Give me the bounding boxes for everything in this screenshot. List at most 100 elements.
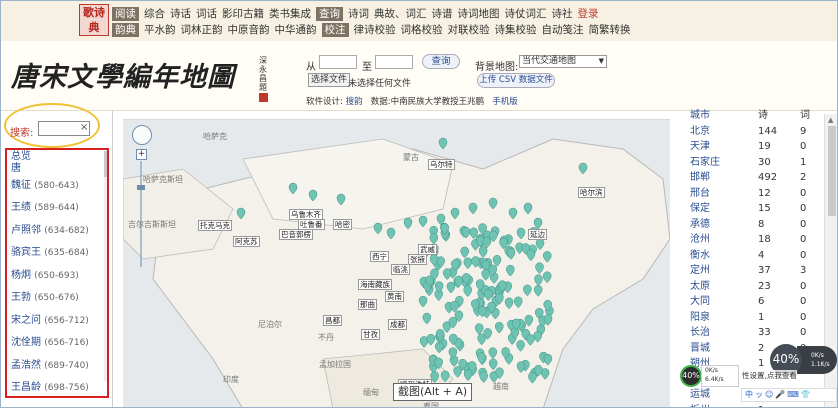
nav-link[interactable]: 诗集校验 bbox=[495, 23, 537, 37]
nav-link[interactable]: 词话 bbox=[196, 7, 217, 21]
map-city-label[interactable]: 西宁 bbox=[370, 251, 389, 262]
nav-link[interactable]: 中原音韵 bbox=[228, 23, 270, 37]
map-city-label[interactable]: 托克马克 bbox=[198, 220, 232, 231]
nav-link[interactable]: 诗社 bbox=[552, 7, 573, 21]
map-city-label[interactable]: 哈尔滨 bbox=[578, 187, 605, 198]
network-speed-widget: 0K/s 6.4K/s bbox=[701, 365, 739, 387]
table-cell-value: 144 bbox=[758, 125, 778, 137]
nav-link[interactable]: 诗谱 bbox=[432, 7, 453, 21]
nav-link[interactable]: 综合 bbox=[144, 7, 165, 21]
nav-link[interactable]: 诗词 bbox=[348, 7, 369, 21]
table-row[interactable]: 石家庄 30 1 bbox=[682, 155, 824, 171]
query-button[interactable]: 查询 bbox=[422, 54, 460, 69]
nav-link[interactable]: 对联校验 bbox=[448, 23, 490, 37]
map-view[interactable]: 蒙古 哈萨克斯坦 吉尔吉斯斯坦 中国 缅甸 泰国 越南 老挝 孟加拉国 印度 尼… bbox=[123, 119, 670, 407]
from-label: 从 bbox=[306, 62, 316, 73]
net-up: 0K/s bbox=[705, 367, 718, 374]
map-city-label[interactable]: 哈密 bbox=[333, 219, 352, 230]
to-year-input[interactable] bbox=[375, 55, 413, 69]
table-cell-city: 太原 bbox=[690, 280, 710, 292]
table-cell-value: 30 bbox=[758, 156, 771, 168]
nav-link[interactable]: 中华通韵 bbox=[275, 23, 317, 37]
login-link[interactable]: 登录 bbox=[578, 7, 599, 21]
table-row[interactable]: 保定 15 0 bbox=[682, 201, 824, 217]
mobile-link[interactable]: 手机版 bbox=[492, 97, 518, 107]
map-city-label[interactable]: 巴音郭楞 bbox=[279, 229, 313, 240]
scroll-up-icon[interactable]: ▲ bbox=[828, 116, 833, 124]
map-pan-control[interactable] bbox=[132, 125, 152, 145]
table-cell-value: 0 bbox=[800, 203, 807, 214]
ime-toolbar[interactable]: 中ッ☺🎤⌨👕 bbox=[741, 388, 837, 402]
nav-link[interactable]: 诗词地图 bbox=[458, 7, 500, 21]
table-cell-value: 23 bbox=[758, 280, 771, 292]
nav-link[interactable]: 平水韵 bbox=[144, 23, 176, 37]
map-city-label[interactable]: 海南藏族 bbox=[358, 279, 392, 290]
nav-link[interactable]: 简繁转换 bbox=[589, 23, 631, 37]
map-city-label[interactable]: 张掖 bbox=[408, 254, 427, 265]
nav-tag-read: 阅读 bbox=[112, 6, 139, 21]
credits-author-link[interactable]: 搜韵 bbox=[346, 97, 363, 107]
map-city-label[interactable]: 阿克苏 bbox=[233, 236, 260, 247]
table-cell-value: 词 bbox=[800, 110, 810, 121]
choose-file-button[interactable]: 选择文件 bbox=[308, 73, 351, 87]
map-city-label[interactable]: 成都 bbox=[388, 319, 407, 330]
nav-link[interactable]: 词林正韵 bbox=[181, 23, 223, 37]
table-row[interactable]: 承德 8 0 bbox=[682, 217, 824, 233]
table-cell-value: 4 bbox=[758, 249, 765, 261]
table-header-row: 城市 诗 词 bbox=[682, 108, 824, 124]
nav-link[interactable]: 类书集成 bbox=[269, 7, 311, 21]
cpu-monitor-badge[interactable]: 40% bbox=[680, 365, 702, 387]
map-city-label[interactable]: 延边 bbox=[528, 229, 547, 240]
table-cell-city: 邢台 bbox=[690, 187, 710, 199]
nav-link[interactable]: 律诗校验 bbox=[354, 23, 396, 37]
table-cell-value: 18 bbox=[758, 234, 771, 245]
nav-link[interactable]: 诗话 bbox=[170, 7, 191, 21]
nav-link[interactable]: 自动笺注 bbox=[542, 23, 584, 37]
nav-link[interactable]: 词格校验 bbox=[401, 23, 443, 37]
table-cell-city: 承德 bbox=[690, 218, 710, 230]
clear-icon[interactable]: × bbox=[80, 122, 88, 133]
table-cell-city: 城市 bbox=[690, 110, 710, 121]
map-city-label[interactable]: 临洮 bbox=[391, 264, 410, 275]
table-row[interactable]: 长治 33 0 bbox=[682, 325, 824, 341]
table-cell-city: 沧州 bbox=[690, 234, 710, 245]
table-row[interactable]: 阳泉 1 0 bbox=[682, 310, 824, 326]
net-down: 6.4K/s bbox=[705, 376, 724, 383]
site-logo-seal[interactable]: 歌诗典 bbox=[79, 4, 109, 36]
nav-link[interactable]: 典故、词汇 bbox=[374, 7, 427, 21]
upload-csv-button[interactable]: 上传 CSV 数据文件 bbox=[477, 73, 555, 88]
nav-link[interactable]: 影印古籍 bbox=[222, 7, 264, 21]
table-cell-city: 天津 bbox=[690, 141, 710, 152]
table-row[interactable]: 定州 37 3 bbox=[682, 263, 824, 279]
map-city-label[interactable]: 那曲 bbox=[358, 299, 377, 310]
map-region-label: 尼泊尔 bbox=[258, 320, 282, 329]
bgmap-select[interactable]: 当代交通地图 ▼ bbox=[519, 55, 607, 68]
ime-hint[interactable]: 性设置,点我查看 bbox=[742, 370, 797, 381]
table-cell-city: 石家庄 bbox=[690, 156, 720, 168]
net-up-2: 0K/s bbox=[811, 352, 824, 359]
table-row[interactable]: 忻州 1 bbox=[682, 403, 824, 408]
table-row[interactable]: 邢台 12 0 bbox=[682, 186, 824, 202]
app-window: 歌诗典 阅读 综合 诗话 词话 影印古籍 类书集成 查询 诗词 典故、词汇 诗谱… bbox=[0, 0, 838, 408]
map-city-label[interactable]: 乌尔特 bbox=[428, 159, 455, 170]
nav-link[interactable]: 诗仗词汇 bbox=[505, 7, 547, 21]
nav-row-1: 阅读 综合 诗话 词话 影印古籍 类书集成 查询 诗词 典故、词汇 诗谱 诗词地… bbox=[112, 6, 604, 21]
map-city-label[interactable]: 甘孜 bbox=[361, 329, 380, 340]
table-row[interactable]: 沧州 18 0 bbox=[682, 232, 824, 248]
table-row[interactable]: 天津 19 0 bbox=[682, 139, 824, 155]
table-row[interactable]: 北京 144 9 bbox=[682, 124, 824, 140]
map-city-label[interactable]: 昌都 bbox=[323, 315, 342, 326]
from-year-input[interactable] bbox=[319, 55, 357, 69]
table-row[interactable]: 太原 23 0 bbox=[682, 279, 824, 295]
table-cell-city: 阳泉 bbox=[690, 311, 710, 323]
table-scrollbar-thumb[interactable] bbox=[828, 126, 836, 216]
zoom-slider[interactable] bbox=[137, 149, 145, 269]
table-row[interactable]: 大同 6 0 bbox=[682, 294, 824, 310]
table-row[interactable]: 邯郸 492 2 bbox=[682, 170, 824, 186]
signature-text: 深永昌題 bbox=[259, 56, 267, 92]
page-title: 唐宋文學編年地圖 bbox=[11, 62, 235, 93]
table-row[interactable]: 衡水 4 0 bbox=[682, 248, 824, 264]
table-cell-city: 衡水 bbox=[690, 249, 710, 261]
map-city-label[interactable]: 黄南 bbox=[385, 291, 404, 302]
nav-tag-check: 校注 bbox=[321, 22, 349, 37]
